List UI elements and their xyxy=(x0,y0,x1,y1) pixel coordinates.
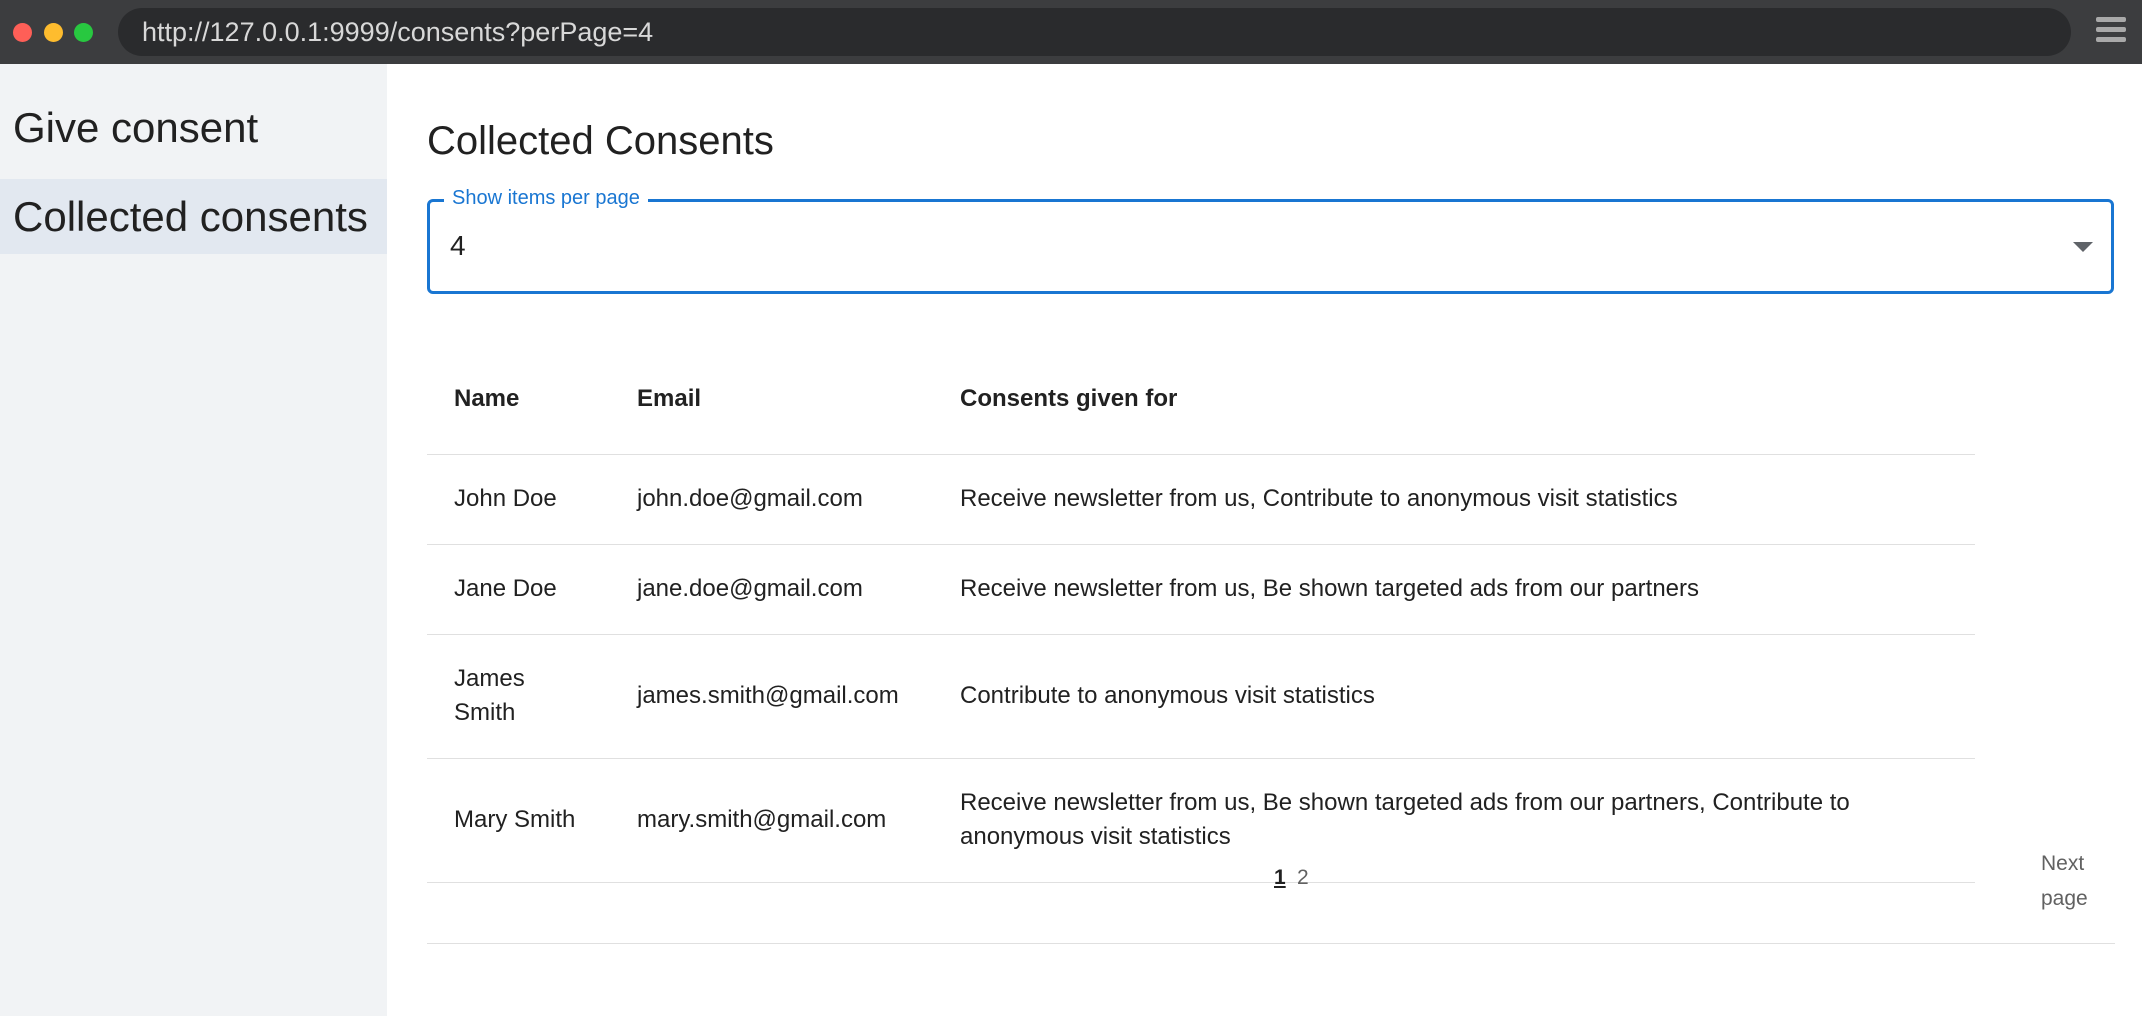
maximize-window-button[interactable] xyxy=(74,23,93,42)
consents-table: Name Email Consents given for John Doe j… xyxy=(427,344,1975,883)
cell-email: john.doe@gmail.com xyxy=(610,454,933,545)
close-window-button[interactable] xyxy=(13,23,32,42)
column-header-email: Email xyxy=(610,344,933,455)
cell-email: james.smith@gmail.com xyxy=(610,634,933,759)
main-content: Collected Consents Show items per page 4… xyxy=(387,64,2142,1016)
pagination: 1 2 Next page xyxy=(427,818,2115,944)
sidebar-item-give-consent[interactable]: Give consent xyxy=(0,90,387,165)
table-header-row: Name Email Consents given for xyxy=(427,344,1975,455)
table-row: James Smith james.smith@gmail.com Contri… xyxy=(427,634,1975,759)
browser-toolbar: http://127.0.0.1:9999/consents?perPage=4 xyxy=(0,0,2142,64)
table-row: Jane Doe jane.doe@gmail.com Receive news… xyxy=(427,544,1975,635)
items-per-page-select[interactable]: Show items per page 4 xyxy=(427,187,2114,294)
minimize-window-button[interactable] xyxy=(44,23,63,42)
page-link-1[interactable]: 1 xyxy=(1274,866,1286,890)
hamburger-menu-icon[interactable] xyxy=(2096,17,2126,47)
cell-name: James Smith xyxy=(427,634,610,759)
column-header-name: Name xyxy=(427,344,610,455)
dropdown-arrow-icon[interactable] xyxy=(2073,242,2093,252)
cell-name: John Doe xyxy=(427,454,610,545)
cell-consents: Receive newsletter from us, Be shown tar… xyxy=(933,544,1975,635)
sidebar-item-collected-consents[interactable]: Collected consents xyxy=(0,179,387,254)
cell-name: Jane Doe xyxy=(427,544,610,635)
page-title: Collected Consents xyxy=(427,119,774,163)
cell-consents: Contribute to anonymous visit statistics xyxy=(933,634,1975,759)
cell-consents: Receive newsletter from us, Contribute t… xyxy=(933,454,1975,545)
items-per-page-label: Show items per page xyxy=(444,187,648,210)
cell-email: jane.doe@gmail.com xyxy=(610,544,933,635)
items-per-page-value: 4 xyxy=(450,230,466,261)
sidebar: Give consent Collected consents xyxy=(0,64,387,1016)
next-page-link[interactable]: Next page xyxy=(2041,846,2101,916)
column-header-consents: Consents given for xyxy=(933,344,1975,455)
table-row: John Doe john.doe@gmail.com Receive news… xyxy=(427,454,1975,545)
address-bar[interactable]: http://127.0.0.1:9999/consents?perPage=4 xyxy=(118,8,2071,56)
page-link-2[interactable]: 2 xyxy=(1297,866,1309,890)
